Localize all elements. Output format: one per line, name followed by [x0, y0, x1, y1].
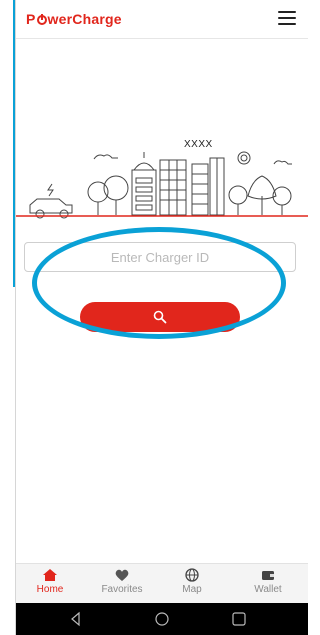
nav-item-favorites[interactable]: Favorites: [92, 568, 152, 595]
nav-item-wallet[interactable]: Wallet: [238, 568, 298, 595]
power-icon: [36, 14, 47, 25]
home-circle-icon[interactable]: [154, 611, 170, 627]
brand-logo: PwerCharge: [26, 11, 122, 27]
back-icon[interactable]: [68, 611, 84, 627]
recent-apps-icon[interactable]: [231, 611, 247, 627]
menu-icon-line: [278, 17, 296, 19]
system-navigation-bar: [16, 603, 308, 635]
nav-label-wallet: Wallet: [254, 584, 282, 595]
brand-suffix: werCharge: [47, 11, 122, 27]
page-margin: [0, 0, 13, 635]
app-bar: PwerCharge: [16, 0, 308, 39]
nav-item-home[interactable]: Home: [20, 568, 80, 595]
cloud-icon: [93, 154, 118, 160]
search-icon: [153, 310, 167, 324]
nav-label-favorites: Favorites: [101, 584, 143, 595]
phone-screen: PwerCharge XXXX Enter Charger ID Home Fa…: [15, 0, 308, 635]
home-icon: [43, 569, 57, 581]
bottom-navigation: Home Favorites Map Wallet: [16, 563, 308, 603]
cloud-icon: [273, 160, 292, 165]
wallet-icon: [262, 571, 274, 580]
menu-button[interactable]: [278, 11, 296, 25]
city-illustration: [16, 151, 308, 219]
heart-icon: [115, 569, 129, 581]
charger-id-input[interactable]: [24, 242, 296, 272]
menu-icon-line: [278, 11, 296, 13]
building-sign: XXXX: [184, 139, 213, 150]
nav-label-home: Home: [36, 584, 64, 595]
search-button[interactable]: [80, 302, 240, 332]
globe-icon: [185, 568, 199, 582]
brand-prefix: P: [26, 11, 36, 27]
nav-label-map: Map: [182, 584, 202, 595]
nav-item-map[interactable]: Map: [162, 568, 222, 595]
bolt-icon: [47, 183, 54, 197]
menu-icon-line: [278, 23, 296, 25]
